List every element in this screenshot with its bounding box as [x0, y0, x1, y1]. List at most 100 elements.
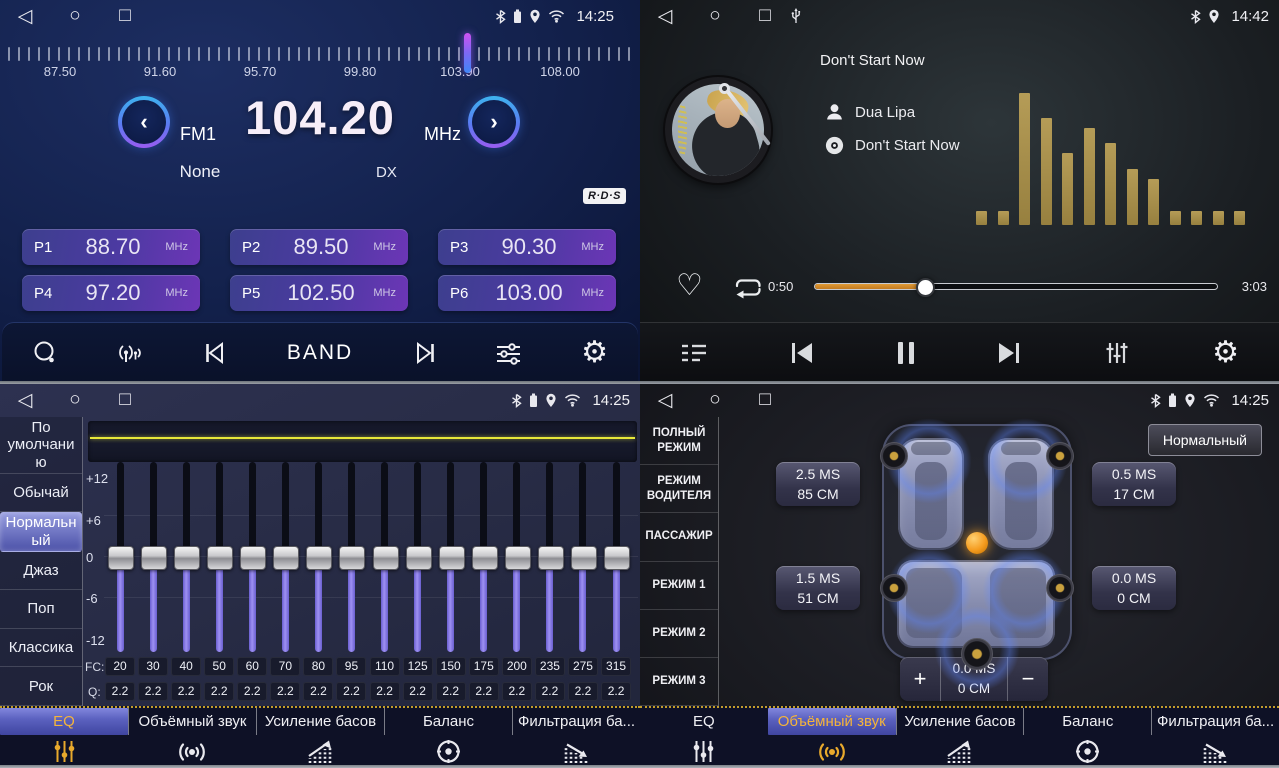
slider-knob[interactable] [141, 546, 167, 570]
next-station-icon[interactable] [412, 341, 436, 365]
eq-fc-value[interactable]: 50 [204, 657, 234, 676]
eq-fc-value[interactable]: 70 [270, 657, 300, 676]
eq-q-value[interactable]: 2.2 [436, 682, 466, 701]
eq-band-slider-315[interactable] [603, 462, 629, 652]
delay-value-rear-left[interactable]: 1.5 MS51 CM [776, 566, 860, 610]
listening-position-marker[interactable] [966, 532, 988, 554]
eq-q-value[interactable]: 2.2 [469, 682, 499, 701]
nav-recents-icon[interactable]: □ [740, 5, 790, 27]
tab-subsonic-filter[interactable]: Фильтрация ба... [512, 708, 640, 768]
nav-home-icon[interactable]: ○ [690, 5, 740, 27]
eq-band-slider-60[interactable] [239, 462, 265, 652]
eq-q-value[interactable]: 2.2 [204, 682, 234, 701]
eq-q-value[interactable]: 2.2 [568, 682, 598, 701]
eq-q-value[interactable]: 2.2 [270, 682, 300, 701]
radio-preset-button-p6[interactable]: P6103.00MHz [438, 275, 616, 311]
stage-mode-item-0[interactable]: ПОЛНЫЙ РЕЖИМ [640, 417, 718, 465]
slider-knob[interactable] [373, 546, 399, 570]
eq-band-slider-125[interactable] [405, 462, 431, 652]
eq-fc-value[interactable]: 125 [403, 657, 433, 676]
nav-back-icon[interactable]: ◁ [640, 5, 690, 28]
tab-bass-boost[interactable]: Усиление басов [896, 708, 1024, 768]
nav-back-icon[interactable]: ◁ [640, 389, 690, 412]
slider-knob[interactable] [439, 546, 465, 570]
stage-mode-item-2[interactable]: ПАССАЖИР [640, 513, 718, 561]
eq-band-slider-110[interactable] [372, 462, 398, 652]
eq-q-value[interactable]: 2.2 [171, 682, 201, 701]
stage-mode-item-3[interactable]: РЕЖИМ 1 [640, 562, 718, 610]
eq-fc-value[interactable]: 235 [535, 657, 565, 676]
eq-q-value[interactable]: 2.2 [502, 682, 532, 701]
eq-fc-value[interactable]: 110 [370, 657, 400, 676]
eq-band-slider-30[interactable] [140, 462, 166, 652]
broadcast-icon[interactable] [117, 341, 145, 365]
radio-preset-button-p1[interactable]: P188.70MHz [22, 229, 200, 265]
tab-eq-sliders[interactable]: EQ [0, 708, 128, 768]
tab-eq-sliders[interactable]: EQ [640, 708, 768, 768]
slider-knob[interactable] [273, 546, 299, 570]
slider-knob[interactable] [207, 546, 233, 570]
eq-band-slider-80[interactable] [305, 462, 331, 652]
settings-gear-icon[interactable]: ⚙ [1212, 338, 1239, 368]
eq-band-slider-175[interactable] [471, 462, 497, 652]
eq-band-slider-95[interactable] [338, 462, 364, 652]
progress-slider[interactable] [814, 283, 1218, 290]
eq-band-slider-150[interactable] [438, 462, 464, 652]
eq-q-value[interactable]: 2.2 [336, 682, 366, 701]
slider-knob[interactable] [406, 546, 432, 570]
nav-home-icon[interactable]: ○ [690, 389, 740, 411]
audio-settings-icon[interactable] [495, 340, 522, 366]
eq-band-slider-50[interactable] [206, 462, 232, 652]
eq-fc-value[interactable]: 80 [303, 657, 333, 676]
scan-icon[interactable] [32, 341, 58, 365]
playlist-icon[interactable] [680, 341, 708, 365]
tuner-pointer[interactable] [464, 33, 471, 73]
eq-band-slider-40[interactable] [173, 462, 199, 652]
slider-knob[interactable] [472, 546, 498, 570]
delay-value-front-right[interactable]: 0.5 MS17 CM [1092, 462, 1176, 506]
slider-knob[interactable] [240, 546, 266, 570]
delay-increase-button[interactable]: + [900, 657, 940, 701]
slider-knob[interactable] [538, 546, 564, 570]
tab-balance[interactable]: Баланс [1023, 708, 1151, 768]
tab-surround[interactable]: Объёмный звук [768, 708, 896, 768]
next-track-icon[interactable] [996, 341, 1022, 365]
eq-fc-value[interactable]: 150 [436, 657, 466, 676]
slider-knob[interactable] [306, 546, 332, 570]
favorite-heart-icon[interactable]: ♡ [676, 268, 703, 303]
slider-knob[interactable] [604, 546, 630, 570]
stage-mode-item-1[interactable]: РЕЖИМ ВОДИТЕЛЯ [640, 465, 718, 513]
eq-fc-value[interactable]: 315 [601, 657, 631, 676]
eq-fc-value[interactable]: 275 [568, 657, 598, 676]
band-button[interactable]: BAND [287, 341, 353, 365]
settings-gear-icon[interactable]: ⚙ [581, 338, 608, 368]
pause-icon[interactable] [896, 340, 916, 366]
eq-fc-value[interactable]: 95 [336, 657, 366, 676]
eq-band-slider-275[interactable] [570, 462, 596, 652]
nav-home-icon[interactable]: ○ [50, 5, 100, 27]
equalizer-icon[interactable] [1103, 340, 1131, 366]
slider-knob[interactable] [174, 546, 200, 570]
sound-profile-button[interactable]: Нормальный [1148, 424, 1262, 456]
eq-band-slider-20[interactable] [107, 462, 133, 652]
nav-recents-icon[interactable]: □ [740, 389, 790, 411]
album-art[interactable] [665, 77, 771, 183]
eq-q-value[interactable]: 2.2 [138, 682, 168, 701]
eq-q-value[interactable]: 2.2 [403, 682, 433, 701]
eq-band-slider-70[interactable] [272, 462, 298, 652]
eq-fc-value[interactable]: 175 [469, 657, 499, 676]
slider-knob[interactable] [571, 546, 597, 570]
radio-preset-button-p2[interactable]: P289.50MHz [230, 229, 408, 265]
eq-q-value[interactable]: 2.2 [601, 682, 631, 701]
radio-preset-button-p5[interactable]: P5102.50MHz [230, 275, 408, 311]
delay-value-front-left[interactable]: 2.5 MS85 CM [776, 462, 860, 506]
tab-subsonic-filter[interactable]: Фильтрация ба... [1151, 708, 1279, 768]
radio-preset-button-p3[interactable]: P390.30MHz [438, 229, 616, 265]
repeat-icon[interactable] [732, 276, 764, 300]
eq-q-value[interactable]: 2.2 [105, 682, 135, 701]
previous-track-icon[interactable] [789, 341, 815, 365]
nav-recents-icon[interactable]: □ [100, 5, 150, 27]
eq-q-value[interactable]: 2.2 [535, 682, 565, 701]
eq-fc-value[interactable]: 200 [502, 657, 532, 676]
eq-fc-value[interactable]: 20 [105, 657, 135, 676]
